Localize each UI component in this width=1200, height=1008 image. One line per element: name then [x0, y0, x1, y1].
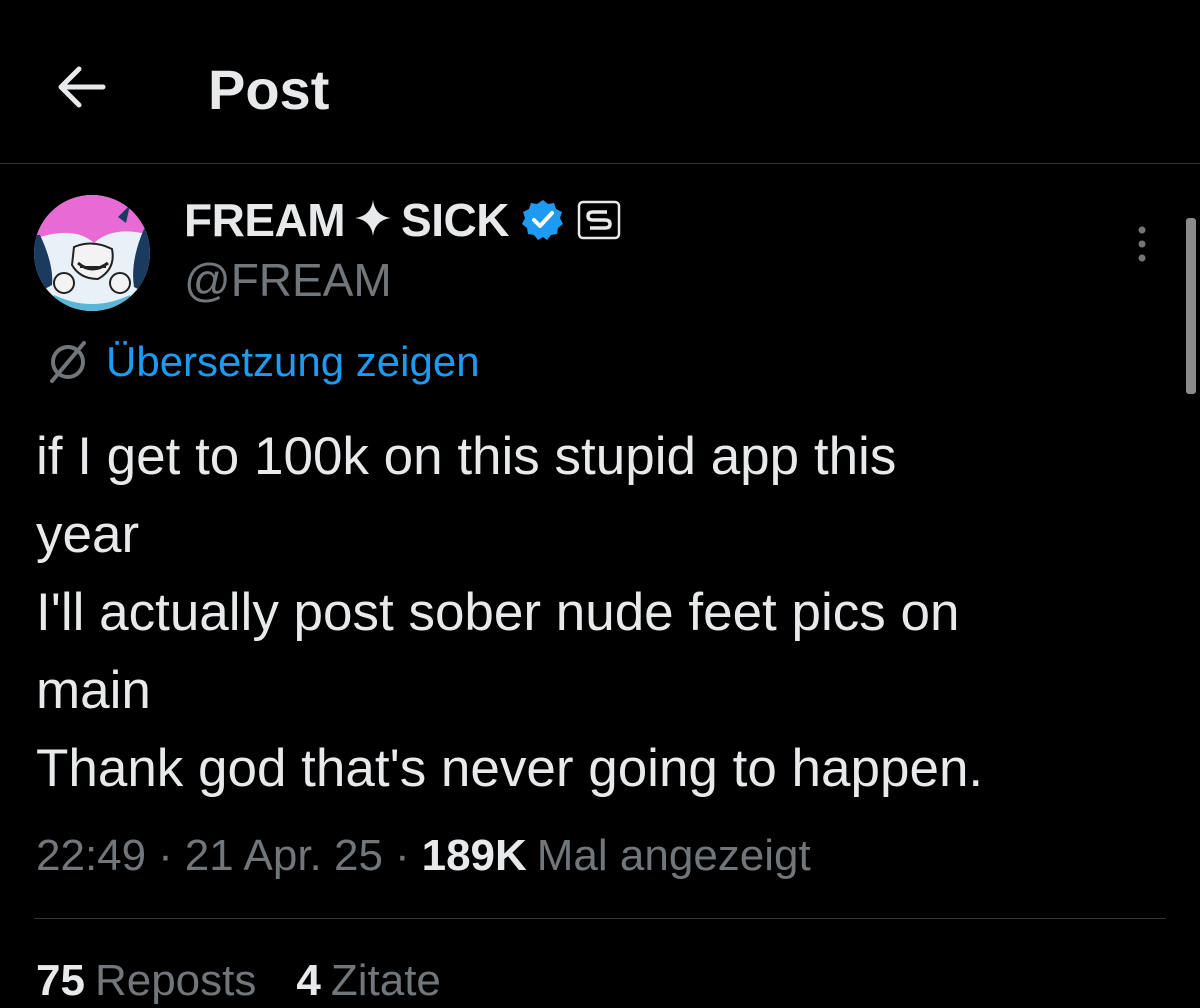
quotes-label: Zitate [330, 956, 441, 1005]
tweet-meta: 22:49 · 21 Apr. 25 · 189K Mal angezeigt [36, 826, 811, 886]
post-date[interactable]: 21 Apr. 25 [185, 831, 383, 881]
translate-label[interactable]: Übersetzung zeigen [106, 338, 480, 386]
post-time[interactable]: 22:49 [36, 831, 146, 881]
tweet-line: main [36, 661, 151, 720]
globe-translate-icon [50, 341, 86, 383]
views-count[interactable]: 189K [422, 831, 527, 881]
reposts-stat[interactable]: 75 Reposts [36, 956, 256, 1006]
engagement-stats: 75 Reposts 4 Zitate [36, 956, 441, 1006]
reposts-count: 75 [36, 956, 85, 1005]
views-label: Mal angezeigt [536, 831, 811, 880]
separator-dot: · [158, 831, 173, 880]
affiliate-badge-icon[interactable] [577, 200, 621, 240]
more-options-button[interactable] [1122, 222, 1162, 266]
reposts-label: Reposts [94, 956, 257, 1005]
page-title: Post [208, 58, 330, 121]
scrollbar[interactable] [1186, 218, 1196, 394]
arrow-left-icon [58, 66, 106, 108]
author-name-part1[interactable]: FREAM [184, 193, 346, 247]
tweet-text: if I get to 100k on this stupid app this… [36, 418, 1166, 808]
quotes-count: 4 [296, 956, 321, 1005]
avatar[interactable] [34, 195, 150, 311]
back-button[interactable] [52, 58, 110, 116]
tweet-line: if I get to 100k on this stupid app this [36, 427, 897, 486]
quotes-stat[interactable]: 4 Zitate [296, 956, 441, 1006]
verified-badge-icon[interactable] [521, 198, 565, 242]
separator-dot: · [394, 831, 410, 880]
top-bar: Post [0, 0, 1200, 164]
divider [34, 918, 1166, 919]
more-vertical-icon [1138, 226, 1146, 262]
translate-link[interactable]: Übersetzung zeigen [44, 334, 480, 390]
tweet-line: Thank god that's never going to happen. [36, 739, 984, 798]
author-name-row[interactable]: FREAM SICK [184, 190, 621, 250]
tweet-line: I'll actually post sober nude feet pics … [36, 583, 960, 642]
tweet-line: year [36, 505, 140, 564]
sparkle-icon [353, 198, 393, 243]
author-handle[interactable]: @FREAM [184, 253, 392, 307]
author-name-part2[interactable]: SICK [401, 193, 509, 247]
